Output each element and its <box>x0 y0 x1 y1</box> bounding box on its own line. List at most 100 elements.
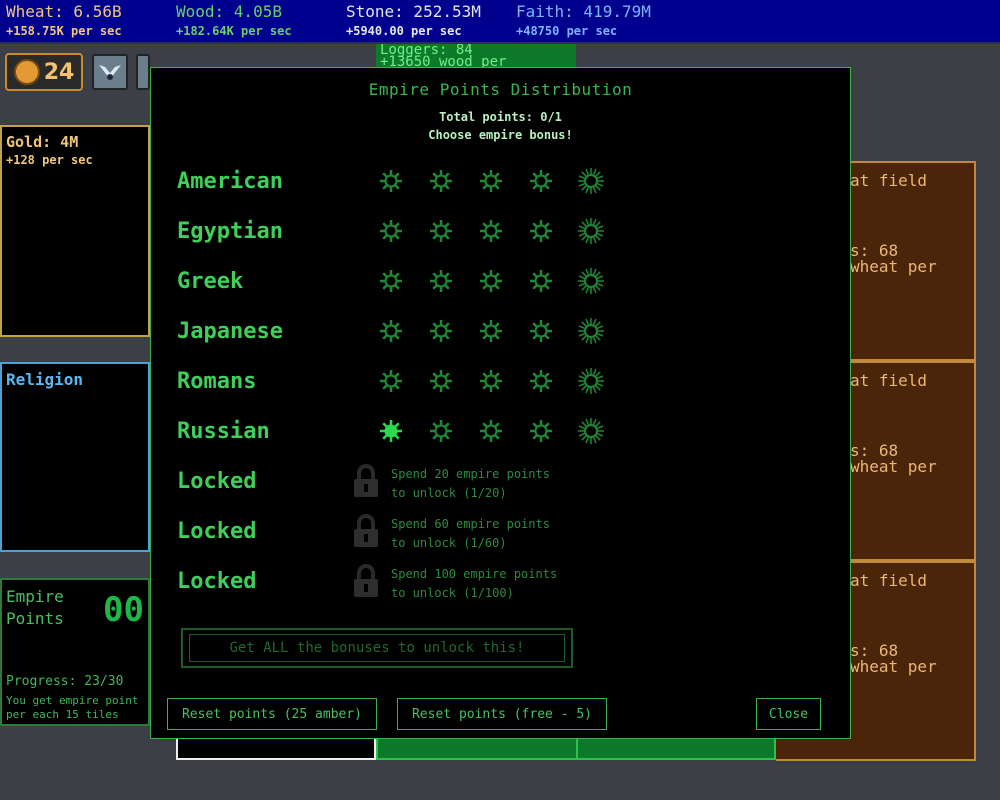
resource-wood-rate: +182.64K per sec <box>176 24 292 38</box>
sun-bonus-big-icon[interactable] <box>577 217 605 245</box>
sun-bonus-icon[interactable] <box>477 167 505 195</box>
sun-bonus-icon[interactable] <box>377 367 405 395</box>
field-rate: wheat per <box>850 257 937 276</box>
sun-bonus-icon[interactable] <box>477 367 505 395</box>
resource-wood: Wood: 4.05B +182.64K per sec <box>176 2 292 40</box>
sun-bonus-icon[interactable] <box>527 217 555 245</box>
sun-bonus-icon[interactable] <box>427 167 455 195</box>
sun-bonus-icon[interactable] <box>427 217 455 245</box>
tile-strip-green <box>376 738 776 760</box>
locked-name: Locked <box>177 569 257 594</box>
locked-name: Locked <box>177 469 257 494</box>
empire-name: Greek <box>177 269 244 294</box>
tile-strip <box>176 738 376 760</box>
sun-bonus-icon[interactable] <box>377 317 405 345</box>
sun-bonus-icon[interactable] <box>427 267 455 295</box>
resource-wheat: Wheat: 6.56B +158.75K per sec <box>6 2 122 40</box>
locked-name: Locked <box>177 519 257 544</box>
religion-title: Religion <box>6 370 84 389</box>
sun-bonus-icon[interactable] <box>527 267 555 295</box>
unlock-requirement-line1: Spend 20 empire points <box>391 467 550 481</box>
sun-bonus-icon[interactable] <box>477 317 505 345</box>
total-points: Total points: 0/1 <box>439 110 562 124</box>
sun-bonus-big-icon[interactable] <box>577 367 605 395</box>
sun-bonus-icon[interactable] <box>527 167 555 195</box>
close-button[interactable]: Close <box>756 698 821 730</box>
lock-icon <box>354 564 378 597</box>
resource-bar: Wheat: 6.56B +158.75K per sec Wood: 4.05… <box>0 0 1000 44</box>
gold-rate: +128 per sec <box>6 153 93 167</box>
empire-points-value: 00 <box>103 590 144 630</box>
empire-row: Greek <box>177 261 817 301</box>
resource-stone-amount: Stone: 252.53M <box>346 2 481 21</box>
unlock-requirement-line2: to unlock (1/100) <box>391 586 514 600</box>
unlock-requirement-line2: to unlock (1/60) <box>391 536 507 550</box>
unlock-requirement-line1: Spend 60 empire points <box>391 517 550 531</box>
unlock-requirement: Spend 100 empire points to unlock (1/100) <box>391 565 557 603</box>
locked-row: Locked Spend 100 empire points to unlock (… <box>177 561 817 601</box>
empire-row: American <box>177 161 817 201</box>
lock-icon <box>354 514 378 547</box>
empire-row: Romans <box>177 361 817 401</box>
sun-bonus-icon[interactable] <box>427 317 455 345</box>
empire-row: Egyptian <box>177 211 817 251</box>
sun-bonus-icon[interactable] <box>427 417 455 445</box>
choose-bonus-text: Choose empire bonus! <box>428 128 573 142</box>
all-bonus-banner: Get ALL the bonuses to unlock this! <box>181 628 573 668</box>
field-title: at field <box>850 171 928 190</box>
sun-bonus-icon[interactable] <box>527 367 555 395</box>
reset-points-free-button[interactable]: Reset points (free - 5) <box>397 698 607 730</box>
sun-bonus-icon[interactable] <box>477 217 505 245</box>
sun-bonus-icon[interactable] <box>377 167 405 195</box>
empire-name: Egyptian <box>177 219 283 244</box>
field-rate: wheat per <box>850 457 937 476</box>
sun-bonus-icon[interactable] <box>427 367 455 395</box>
sun-bonus-icon[interactable] <box>477 417 505 445</box>
field-rate: wheat per <box>850 657 937 676</box>
gold-panel: Gold: 4M +128 per sec <box>0 125 150 337</box>
empire-info-line2: per each 15 tiles <box>6 708 119 721</box>
sun-bonus-icon[interactable] <box>377 267 405 295</box>
sun-bonus-icon[interactable] <box>377 217 405 245</box>
empire-row: Russian <box>177 411 817 451</box>
coin-icon <box>13 59 40 85</box>
lock-icon <box>354 464 378 497</box>
coin-count: 24 <box>43 59 75 85</box>
empire-name: Russian <box>177 419 270 444</box>
religion-panel[interactable]: Religion <box>0 362 150 552</box>
empire-progress: Progress: 23/30 <box>6 674 124 689</box>
sun-bonus-big-icon[interactable] <box>577 167 605 195</box>
wings-icon[interactable] <box>92 54 128 90</box>
resource-stone: Stone: 252.53M +5940.00 per sec <box>346 2 481 40</box>
dialog-title: Empire Points Distribution <box>368 80 633 99</box>
empire-points-title: Empire Points <box>6 587 64 628</box>
unlock-requirement: Spend 60 empire points to unlock (1/60) <box>391 515 550 553</box>
sun-bonus-icon[interactable] <box>527 417 555 445</box>
resource-wheat-amount: Wheat: 6.56B <box>6 2 122 21</box>
empire-points-panel: Empire Points 00 Progress: 23/30 You get… <box>0 578 150 726</box>
bird-icon[interactable] <box>136 54 150 90</box>
coin-counter-button[interactable]: 24 <box>5 53 83 91</box>
sun-bonus-big-icon[interactable] <box>577 267 605 295</box>
resource-stone-rate: +5940.00 per sec <box>346 24 462 38</box>
field-title: at field <box>850 371 928 390</box>
locked-row: Locked Spend 20 empire points to unlock (1… <box>177 461 817 501</box>
empire-points-dialog: Empire Points Distribution Total points:… <box>150 67 851 739</box>
all-bonus-text: Get ALL the bonuses to unlock this! <box>189 634 565 662</box>
field-title: at field <box>850 571 928 590</box>
sun-bonus-icon[interactable] <box>477 267 505 295</box>
reset-points-amber-button[interactable]: Reset points (25 amber) <box>167 698 377 730</box>
sun-bonus-big-icon[interactable] <box>577 417 605 445</box>
resource-wood-amount: Wood: 4.05B <box>176 2 282 21</box>
resource-wheat-rate: +158.75K per sec <box>6 24 122 38</box>
unlock-requirement-line1: Spend 100 empire points <box>391 567 558 581</box>
sun-bonus-icon[interactable] <box>527 317 555 345</box>
sun-bonus-big-icon[interactable] <box>577 317 605 345</box>
gold-amount: Gold: 4M <box>6 133 79 151</box>
locked-row: Locked Spend 60 empire points to unlock (1… <box>177 511 817 551</box>
sun-bonus-icon[interactable] <box>377 417 405 445</box>
empire-name: Japanese <box>177 319 283 344</box>
resource-faith: Faith: 419.79M +48750 per sec <box>516 2 651 40</box>
resource-faith-amount: Faith: 419.79M <box>516 2 651 21</box>
empire-row: Japanese <box>177 311 817 351</box>
